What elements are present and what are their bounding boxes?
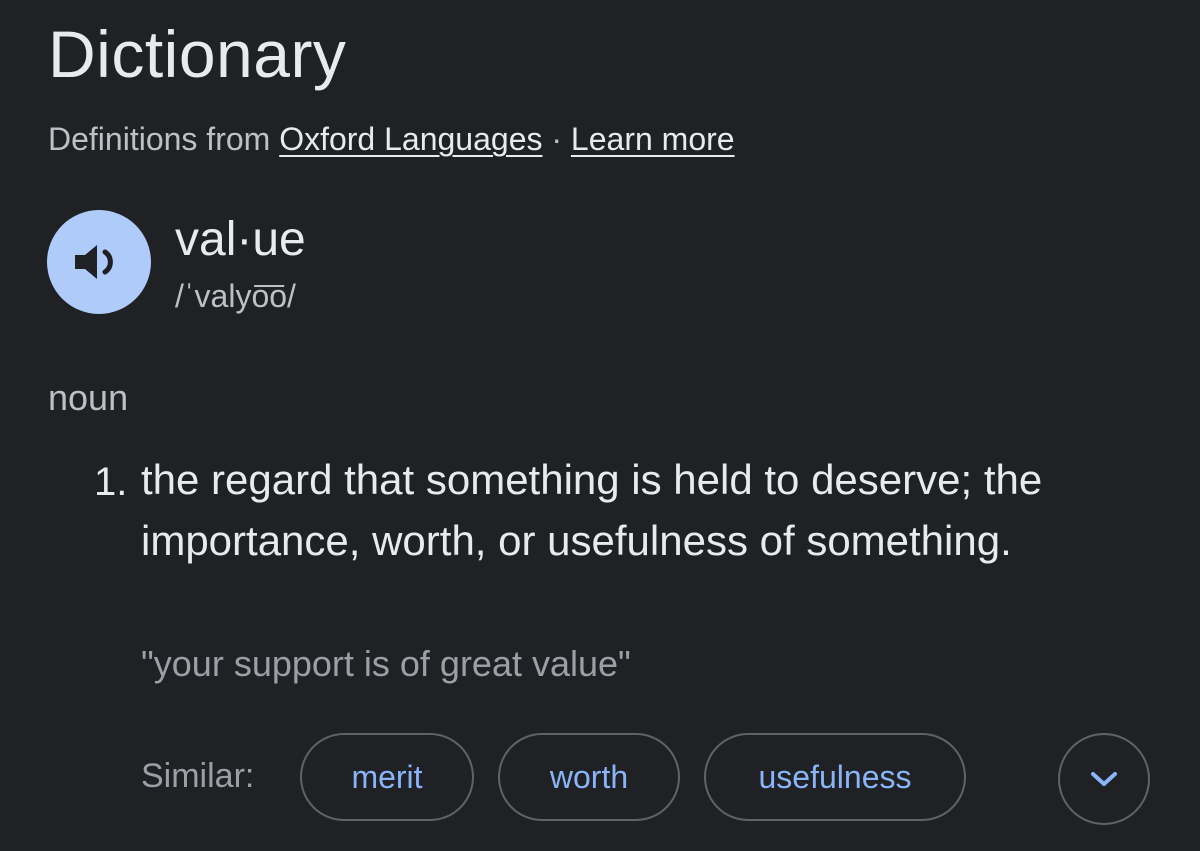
part-of-speech: noun — [48, 377, 129, 418]
definition-number: 1. — [94, 460, 128, 504]
expand-similar-button[interactable] — [1058, 733, 1150, 825]
oxford-languages-link[interactable]: Oxford Languages — [279, 121, 542, 157]
phonetic-spelling: /ˈvalyo͞o/ — [175, 278, 296, 314]
similar-chip-worth[interactable]: worth — [498, 733, 680, 821]
definition-example: "your support is of great value" — [141, 643, 631, 684]
pronunciation-audio-button[interactable] — [47, 210, 151, 314]
learn-more-link[interactable]: Learn more — [571, 121, 735, 157]
dictionary-title: Dictionary — [48, 17, 347, 91]
separator: · — [551, 121, 563, 157]
chevron-down-icon — [1091, 772, 1117, 786]
speaker-icon — [75, 245, 113, 279]
headword: val·ue — [175, 213, 306, 266]
source-prefix: Definitions from — [48, 121, 271, 157]
similar-chip-usefulness[interactable]: usefulness — [704, 733, 966, 821]
source-attribution: Definitions from Oxford Languages · Lear… — [48, 117, 735, 161]
similar-chip-merit[interactable]: merit — [300, 733, 474, 821]
similar-label: Similar: — [141, 757, 255, 795]
definition-text: the regard that something is held to des… — [141, 456, 1043, 564]
